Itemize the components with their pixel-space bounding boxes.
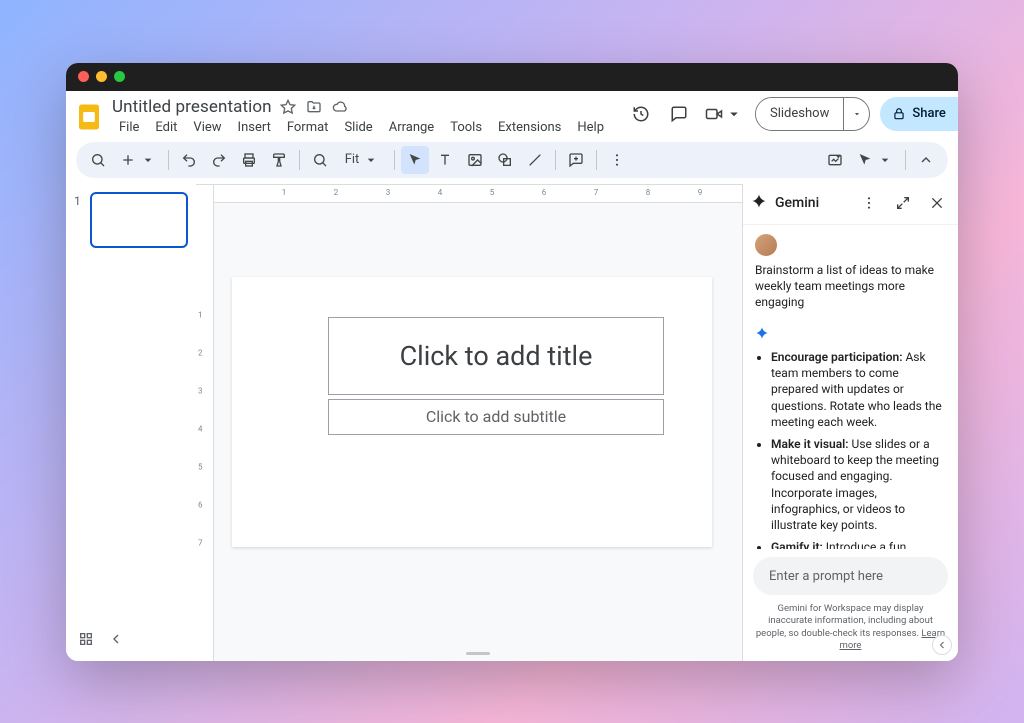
slideshow-split-button: Slideshow — [755, 97, 870, 131]
slideshow-dropdown[interactable] — [843, 98, 869, 130]
print-button[interactable] — [235, 146, 263, 174]
star-icon[interactable] — [280, 99, 296, 115]
canvas-area: 1 2 3 4 5 6 7 1 2 3 4 5 6 7 — [196, 184, 742, 661]
overflow-menu-icon[interactable] — [603, 146, 631, 174]
slide-canvas[interactable]: Click to add title Click to add subtitle — [232, 277, 712, 547]
new-slide-button[interactable] — [114, 146, 162, 174]
menu-tools[interactable]: Tools — [443, 117, 489, 138]
history-icon[interactable] — [627, 100, 655, 128]
menu-edit[interactable]: Edit — [148, 117, 184, 138]
textbox-tool-icon[interactable] — [431, 146, 459, 174]
zoom-level-dropdown[interactable]: Fit — [336, 146, 388, 174]
menu-extensions[interactable]: Extensions — [491, 117, 568, 138]
slides-logo-icon[interactable] — [74, 99, 104, 135]
comments-icon[interactable] — [665, 100, 693, 128]
menu-slide[interactable]: Slide — [337, 117, 379, 138]
slide-thumbnail-1[interactable] — [90, 192, 188, 248]
menu-bar: File Edit View Insert Format Slide Arran… — [112, 117, 611, 138]
menu-insert[interactable]: Insert — [231, 117, 278, 138]
menu-arrange[interactable]: Arrange — [382, 117, 441, 138]
list-item: Gamify it: Introduce a fun element, such… — [771, 539, 946, 549]
gemini-spark-icon — [751, 193, 767, 213]
paint-format-button[interactable] — [265, 146, 293, 174]
search-menu-icon[interactable] — [84, 146, 112, 174]
gemini-input-placeholder: Enter a prompt here — [769, 569, 883, 584]
gemini-expand-icon[interactable] — [890, 190, 916, 216]
select-tool-icon[interactable] — [401, 146, 429, 174]
gemini-disclaimer: Gemini for Workspace may display inaccur… — [743, 603, 958, 660]
window-close-button[interactable] — [78, 71, 89, 82]
menu-view[interactable]: View — [186, 117, 228, 138]
share-label: Share — [912, 106, 946, 121]
zoom-tool-icon[interactable] — [306, 146, 334, 174]
image-tool-icon[interactable] — [461, 146, 489, 174]
vertical-ruler: 1 2 3 4 5 6 7 — [196, 185, 214, 661]
filmstrip: 1 — [66, 184, 196, 661]
gemini-response-icon — [755, 326, 946, 343]
gemini-panel: Gemini Brainstorm a list of ideas to mak… — [742, 184, 958, 661]
redo-button[interactable] — [205, 146, 233, 174]
image-generate-icon[interactable] — [821, 146, 849, 174]
list-item: Encourage participation: Ask team member… — [771, 349, 946, 430]
horizontal-ruler: 1 2 3 4 5 6 7 8 9 — [214, 185, 742, 203]
grid-view-icon[interactable] — [78, 631, 94, 651]
slide-number-label: 1 — [74, 194, 81, 208]
share-split-button: Share — [880, 97, 958, 131]
app-window: Untitled presentation File Edit View Ins… — [66, 63, 958, 661]
app-header: Untitled presentation File Edit View Ins… — [66, 91, 958, 138]
gemini-close-icon[interactable] — [924, 190, 950, 216]
menu-file[interactable]: File — [112, 117, 146, 138]
meet-icon[interactable] — [703, 100, 745, 128]
gemini-more-icon[interactable] — [856, 190, 882, 216]
menu-format[interactable]: Format — [280, 117, 336, 138]
slides-app: Untitled presentation File Edit View Ins… — [66, 91, 958, 661]
slideshow-button[interactable]: Slideshow — [756, 98, 843, 130]
gemini-response-list: Encourage participation: Ask team member… — [755, 349, 946, 549]
toolbar: Fit — [76, 142, 948, 178]
side-panel-toggle-icon[interactable] — [932, 635, 952, 655]
document-title[interactable]: Untitled presentation — [112, 97, 272, 117]
window-minimize-button[interactable] — [96, 71, 107, 82]
gemini-user-prompt: Brainstorm a list of ideas to make weekl… — [755, 262, 946, 311]
header-right: Slideshow Share — [627, 97, 958, 131]
gemini-conversation: Brainstorm a list of ideas to make weekl… — [743, 224, 958, 550]
collapse-filmstrip-icon[interactable] — [108, 631, 124, 651]
cloud-status-icon[interactable] — [332, 99, 348, 115]
move-folder-icon[interactable] — [306, 99, 322, 115]
subtitle-placeholder[interactable]: Click to add subtitle — [328, 399, 664, 435]
window-maximize-button[interactable] — [114, 71, 125, 82]
list-item: Make it visual: Use slides or a whiteboa… — [771, 436, 946, 533]
window-titlebar — [66, 63, 958, 91]
gemini-prompt-input[interactable]: Enter a prompt here — [753, 557, 948, 595]
transition-button[interactable] — [851, 146, 899, 174]
gemini-title: Gemini — [775, 195, 819, 211]
menu-help[interactable]: Help — [570, 117, 611, 138]
gemini-user-avatar — [755, 234, 777, 256]
line-tool-icon[interactable] — [521, 146, 549, 174]
comment-tool-icon[interactable] — [562, 146, 590, 174]
speaker-notes-handle[interactable] — [466, 652, 490, 655]
title-placeholder[interactable]: Click to add title — [328, 317, 664, 395]
share-button[interactable]: Share — [880, 97, 958, 131]
undo-button[interactable] — [175, 146, 203, 174]
hide-menus-icon[interactable] — [912, 146, 940, 174]
shape-tool-icon[interactable] — [491, 146, 519, 174]
bottom-left-controls — [78, 631, 124, 651]
